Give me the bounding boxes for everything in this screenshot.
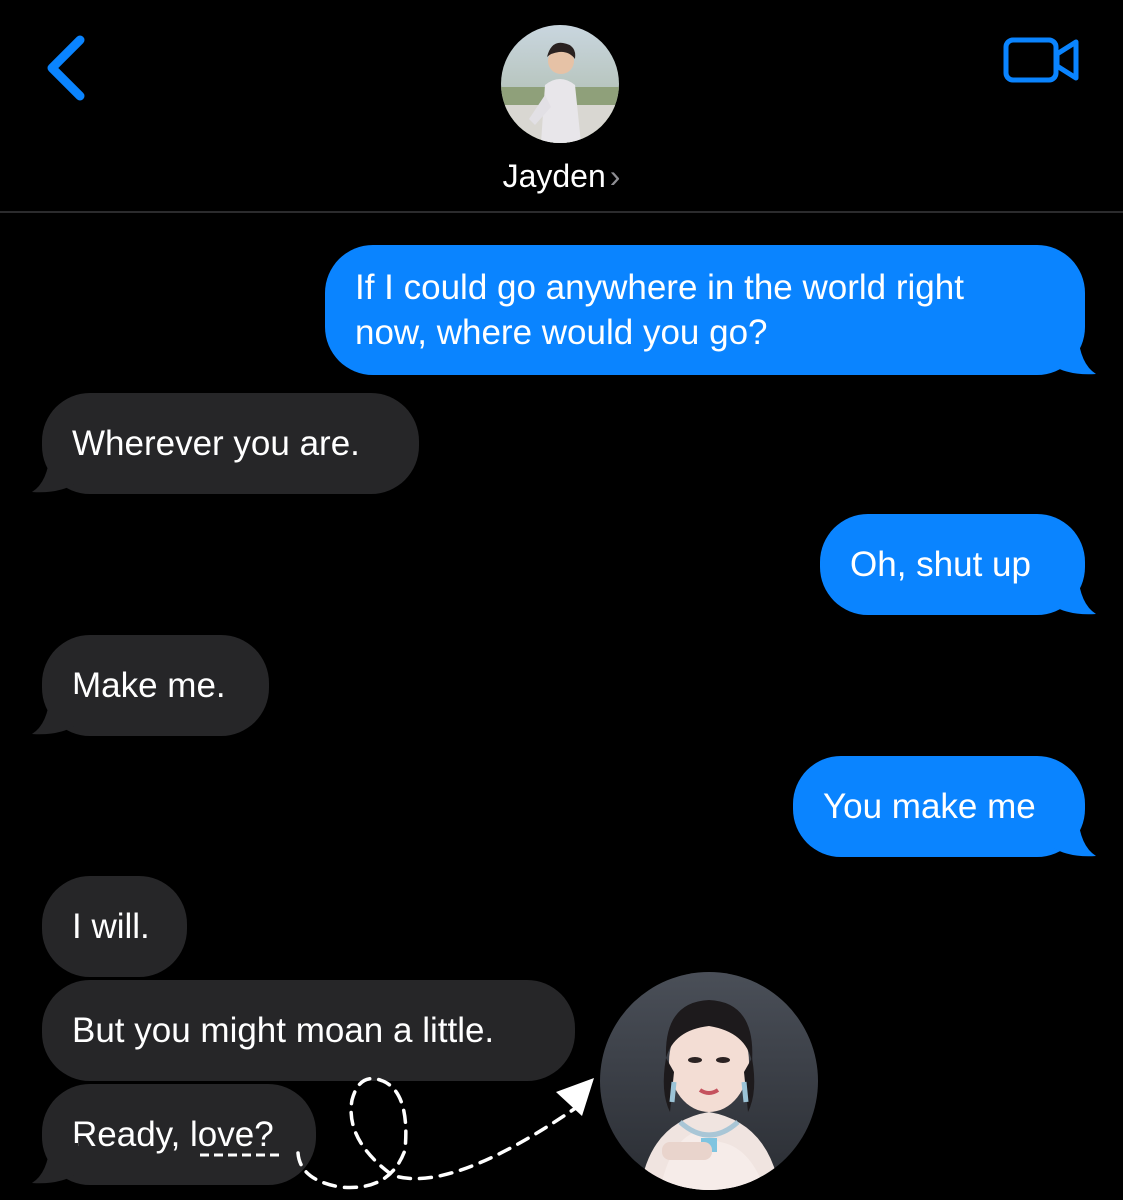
message-bubble-sent[interactable]: You make me (793, 756, 1085, 857)
message-bubble-received[interactable]: Ready, love? (42, 1084, 316, 1185)
overlay-avatar (600, 972, 818, 1190)
message-text: now, where would you go? (355, 313, 768, 352)
message-bubble-received[interactable]: Wherever you are. (42, 393, 419, 494)
bubble-tail (32, 452, 78, 493)
video-call-button[interactable] (1000, 34, 1082, 86)
message-bubble-sent[interactable]: If I could go anywhere in the world righ… (325, 245, 1085, 375)
bubble-tail (1050, 334, 1096, 375)
chevron-right-icon: › (609, 158, 621, 194)
message-text: Make me. (72, 666, 226, 705)
message-bubble-sent[interactable]: Oh, shut up (820, 514, 1085, 615)
chevron-left-icon (47, 35, 85, 101)
message-bubble-received[interactable]: But you might moan a little. (42, 980, 575, 1081)
message-text: You make me (823, 787, 1036, 826)
message-text-emphasis: love? (190, 1115, 274, 1154)
avatar-photo (501, 25, 619, 143)
message-text: Oh, shut up (850, 545, 1031, 584)
bubble-tail (32, 1143, 78, 1184)
conversation-header: Jayden › (0, 0, 1123, 213)
contact-avatar[interactable] (501, 25, 619, 143)
contact-name-row[interactable]: Jayden › (0, 158, 1123, 195)
contact-name: Jayden (502, 158, 606, 194)
bubble-tail (1050, 574, 1096, 615)
dashed-underline (200, 1153, 282, 1157)
back-button[interactable] (40, 32, 96, 104)
video-camera-icon (1003, 37, 1079, 83)
message-text: But you might moan a little. (72, 1011, 495, 1050)
message-text-prefix: Ready, (72, 1115, 191, 1154)
avatar-photo (600, 972, 818, 1190)
header-divider (0, 211, 1123, 213)
message-text: Wherever you are. (72, 424, 360, 463)
bubble-tail (1050, 816, 1096, 857)
bubble-tail (32, 694, 78, 735)
message-bubble-received[interactable]: I will. (42, 876, 187, 977)
message-text: I will. (72, 907, 150, 946)
message-text: If I could go anywhere in the world righ… (355, 268, 964, 307)
